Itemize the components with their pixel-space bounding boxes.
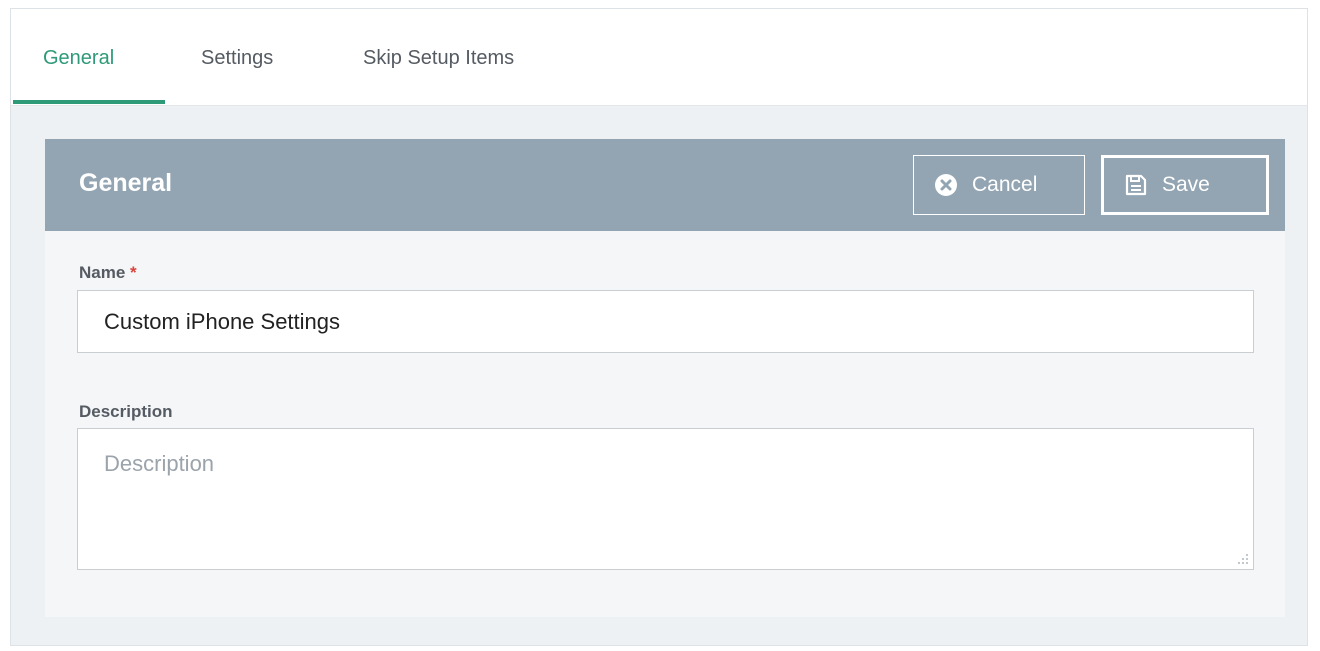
resize-grip-icon[interactable]	[1237, 553, 1249, 565]
cancel-button-label: Cancel	[972, 173, 1038, 196]
name-input[interactable]	[77, 290, 1254, 353]
description-textarea[interactable]	[77, 428, 1254, 570]
tab-settings[interactable]: Settings	[201, 47, 273, 70]
name-field-label: Name *	[79, 263, 137, 283]
panel-header: General Cancel Save	[45, 139, 1285, 231]
tab-skip-setup-items[interactable]: Skip Setup Items	[363, 47, 514, 70]
save-button-label: Save	[1162, 173, 1210, 196]
general-panel: General Cancel Save Name * Custom iPhone…	[45, 139, 1285, 617]
active-tab-indicator	[13, 100, 165, 104]
close-circle-icon	[935, 174, 957, 196]
save-button[interactable]: Save	[1101, 155, 1269, 215]
required-asterisk: *	[130, 263, 137, 282]
tab-bar: General Settings Skip Setup Items	[11, 9, 1307, 106]
panel-title: General	[79, 169, 173, 197]
name-label-text: Name	[79, 263, 126, 282]
description-field-label: Description	[79, 402, 173, 421]
profile-editor: General Settings Skip Setup Items Genera…	[10, 8, 1308, 646]
floppy-disk-icon	[1125, 174, 1147, 196]
tab-general[interactable]: General	[43, 47, 114, 70]
cancel-button[interactable]: Cancel	[913, 155, 1085, 215]
